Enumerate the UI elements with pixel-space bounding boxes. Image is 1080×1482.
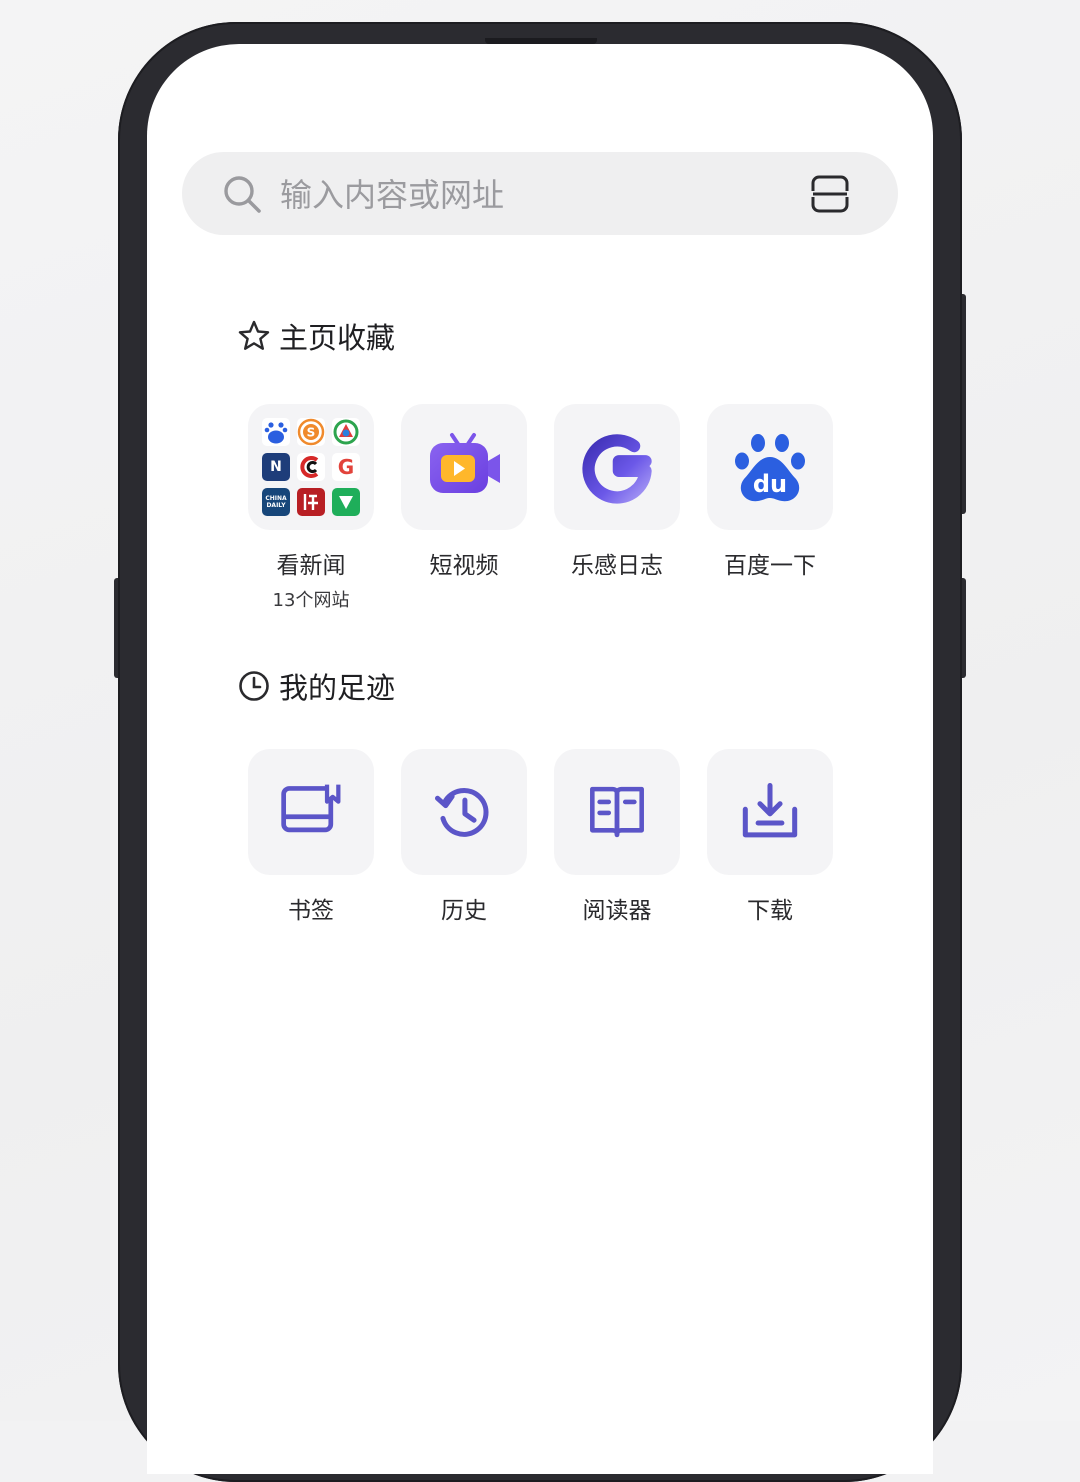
favorite-baidu[interactable]: du 百度一下 (707, 404, 833, 580)
footprint-downloads[interactable]: 下载 (707, 749, 833, 925)
footprint-reader[interactable]: 阅读器 (554, 749, 680, 925)
g-news-mini-icon: G (332, 453, 360, 481)
scan-icon[interactable] (808, 172, 852, 216)
news-n-mark: N (270, 459, 282, 475)
journal-g-icon (554, 404, 680, 530)
footprint-icon-box (554, 749, 680, 875)
green-news-mini-icon (332, 488, 360, 516)
footprint-icon-box (401, 749, 527, 875)
china-daily-mini-icon: CHINA DAILY (262, 488, 290, 516)
red-news-mini-icon (297, 488, 325, 516)
search-bar[interactable] (182, 152, 898, 235)
favorite-news[interactable]: S N G CHINA DAILY 看新闻 13个网站 (248, 404, 374, 612)
footprint-label: 下载 (747, 898, 793, 924)
reader-icon (590, 786, 644, 838)
footprint-bookmarks[interactable]: 书签 (248, 749, 374, 925)
history-icon (434, 787, 489, 837)
footprint-label: 书签 (288, 898, 334, 924)
footprint-label: 阅读器 (582, 898, 652, 924)
favorite-sublabel: 13个网站 (272, 590, 350, 611)
bookmark-icon (281, 784, 341, 833)
search-input[interactable] (278, 170, 802, 220)
g-mark: G (337, 455, 355, 479)
baidu-du-mark: du (753, 470, 787, 498)
clock-icon (239, 671, 269, 701)
favorite-label: 看新闻 (276, 553, 346, 579)
short-video-icon (401, 404, 527, 530)
footprint-history[interactable]: 历史 (401, 749, 527, 925)
browser-home-screen: 主页收藏 S (147, 44, 933, 1474)
baidu-mini-icon (262, 418, 290, 446)
footprint-icon-box (248, 749, 374, 875)
favorite-journal[interactable]: 乐感日志 (554, 404, 680, 580)
download-icon (742, 782, 798, 838)
footprint-icon-box (707, 749, 833, 875)
baidu-paw-icon: du (707, 404, 833, 530)
search-icon (224, 176, 261, 213)
cctv-mini-icon (297, 453, 325, 481)
favorites-title-text: 主页收藏 (279, 321, 396, 355)
footprint-label: 历史 (441, 898, 487, 924)
top-speaker-notch (485, 38, 597, 44)
sohu-mark: S (307, 426, 316, 440)
favorite-label: 短视频 (429, 553, 499, 579)
star-icon (238, 320, 270, 350)
tencent-news-mini-icon (332, 418, 360, 446)
sohu-mini-icon: S (297, 418, 325, 446)
china-daily-mark: CHINA DAILY (265, 495, 287, 509)
news-sites-icon: S N G CHINA DAILY (248, 404, 374, 530)
favorite-label: 百度一下 (724, 553, 816, 579)
favorites-section-title: 主页收藏 (237, 316, 395, 356)
footprints-section-title: 我的足迹 (237, 666, 395, 706)
favorite-short-video[interactable]: 短视频 (401, 404, 527, 580)
news-n-mini-icon: N (262, 453, 290, 481)
favorite-label: 乐感日志 (571, 553, 663, 579)
footprints-title-text: 我的足迹 (279, 671, 396, 705)
